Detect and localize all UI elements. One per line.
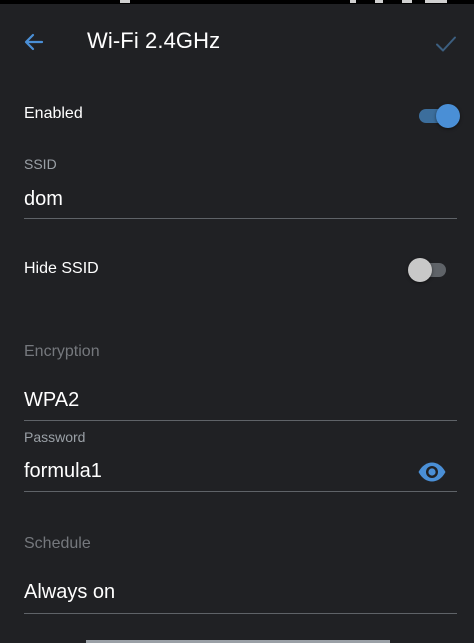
eye-icon bbox=[418, 462, 446, 482]
arrow-left-icon bbox=[24, 33, 44, 51]
schedule-underline bbox=[24, 613, 457, 614]
password-underline bbox=[24, 491, 457, 492]
enabled-row[interactable]: Enabled bbox=[24, 105, 457, 123]
status-icon bbox=[375, 0, 383, 3]
toggle-thumb bbox=[436, 104, 460, 128]
battery-icon bbox=[425, 0, 447, 3]
encryption-underline bbox=[24, 420, 457, 421]
toggle-password-visibility-button[interactable] bbox=[414, 455, 450, 489]
enabled-label: Enabled bbox=[24, 105, 83, 122]
encryption-section-label: Encryption bbox=[24, 343, 100, 360]
password-input[interactable]: formula1 bbox=[24, 460, 102, 483]
password-label: Password bbox=[24, 429, 86, 445]
encryption-select[interactable]: WPA2 bbox=[24, 389, 79, 412]
check-icon bbox=[436, 36, 456, 52]
save-button[interactable] bbox=[424, 24, 468, 64]
status-icon bbox=[350, 0, 356, 3]
hide-ssid-label: Hide SSID bbox=[24, 260, 99, 277]
app-bar: Wi-Fi 2.4GHz bbox=[0, 4, 474, 80]
status-icon bbox=[120, 0, 130, 3]
ssid-underline bbox=[24, 218, 457, 219]
ssid-label: SSID bbox=[24, 156, 57, 172]
back-button[interactable] bbox=[12, 22, 56, 62]
schedule-section-label: Schedule bbox=[24, 535, 91, 552]
page-title: Wi-Fi 2.4GHz bbox=[87, 28, 221, 53]
status-icon bbox=[402, 0, 412, 3]
enabled-toggle[interactable] bbox=[417, 102, 461, 130]
hide-ssid-toggle[interactable] bbox=[408, 256, 452, 284]
toggle-thumb bbox=[408, 258, 432, 282]
ssid-input[interactable]: dom bbox=[24, 188, 63, 211]
schedule-select[interactable]: Always on bbox=[24, 581, 115, 604]
hide-ssid-row[interactable]: Hide SSID bbox=[24, 260, 457, 278]
